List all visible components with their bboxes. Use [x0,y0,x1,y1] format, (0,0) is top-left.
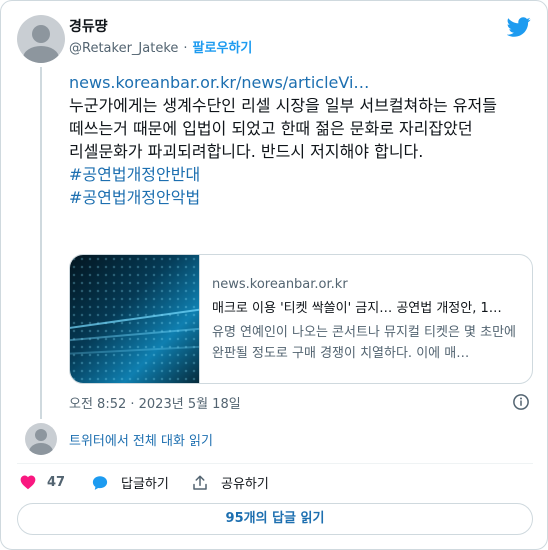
link-preview-description: 유명 연예인이 나오는 콘서트나 뮤지컬 티켓은 몇 초만에 완판될 정도로 구… [212,325,517,361]
conversation-avatar [25,423,57,455]
read-replies-button[interactable]: 95개의 답글 읽기 [17,503,533,535]
follow-button[interactable]: 팔로우하기 [193,41,253,56]
author-name[interactable]: 경듀땽 [69,16,108,36]
heart-icon [20,475,36,490]
avatar-body [23,46,59,63]
tweet-embed-card: 경듀땽 @Retaker_Jateke · 팔로우하기 news.koreanbar… [0,0,548,550]
link-preview-thumbnail [70,255,200,383]
like-count: 47 [47,474,66,490]
hashtag-link[interactable]: #공연법개정안악법 [69,186,541,209]
reply-bubble-icon [92,475,108,490]
read-conversation-link[interactable]: 트위터에서 전체 대화 읽기 [69,430,213,449]
tweet-body: 누군가에게는 생계수단인 리셀 시장을 일부 서브컬쳐하는 유저들 떼쓰는거 때… [69,96,497,161]
separator-dot: · [183,41,188,56]
avatar-body [29,443,53,455]
tweet-timestamp[interactable]: 오전 8:52 · 2023년 5월 18일 [69,393,241,412]
link-preview-body: news.koreanbar.or.kr 매크로 이용 '티켓 싹쓸이' 금지…… [200,255,532,383]
action-bar: 47 답글하기 공유하기 [1,471,547,495]
link-preview-domain: news.koreanbar.or.kr [212,277,348,292]
reply-label: 답글하기 [121,477,169,492]
divider [17,463,533,464]
like-button[interactable]: 47 [19,473,65,491]
author-handle-row: @Retaker_Jateke · 팔로우하기 [69,37,252,56]
link-preview-card[interactable]: news.koreanbar.or.kr 매크로 이용 '티켓 싹쓸이' 금지…… [69,254,533,384]
hashtag-link[interactable]: #공연법개정안반대 [69,163,541,186]
share-label: 공유하기 [221,477,269,492]
author-handle[interactable]: @Retaker_Jateke [69,41,178,56]
tweet-text: news.koreanbar.or.kr/news/articleVi… 누군가… [69,71,541,209]
avatar-head [32,25,50,43]
info-icon[interactable] [512,393,530,411]
reply-button[interactable]: 답글하기 [91,473,169,492]
author-avatar[interactable] [17,15,65,63]
link-preview-title: 매크로 이용 '티켓 싹쓸이' 금지… 공연법 개정안, 1… [212,301,502,316]
twitter-bird-icon[interactable] [507,15,531,39]
share-icon [193,475,207,490]
tweet-link[interactable]: news.koreanbar.or.kr/news/articleVi… [69,71,541,94]
thread-line [40,67,42,419]
avatar-head [35,429,47,441]
share-button[interactable]: 공유하기 [191,473,269,492]
